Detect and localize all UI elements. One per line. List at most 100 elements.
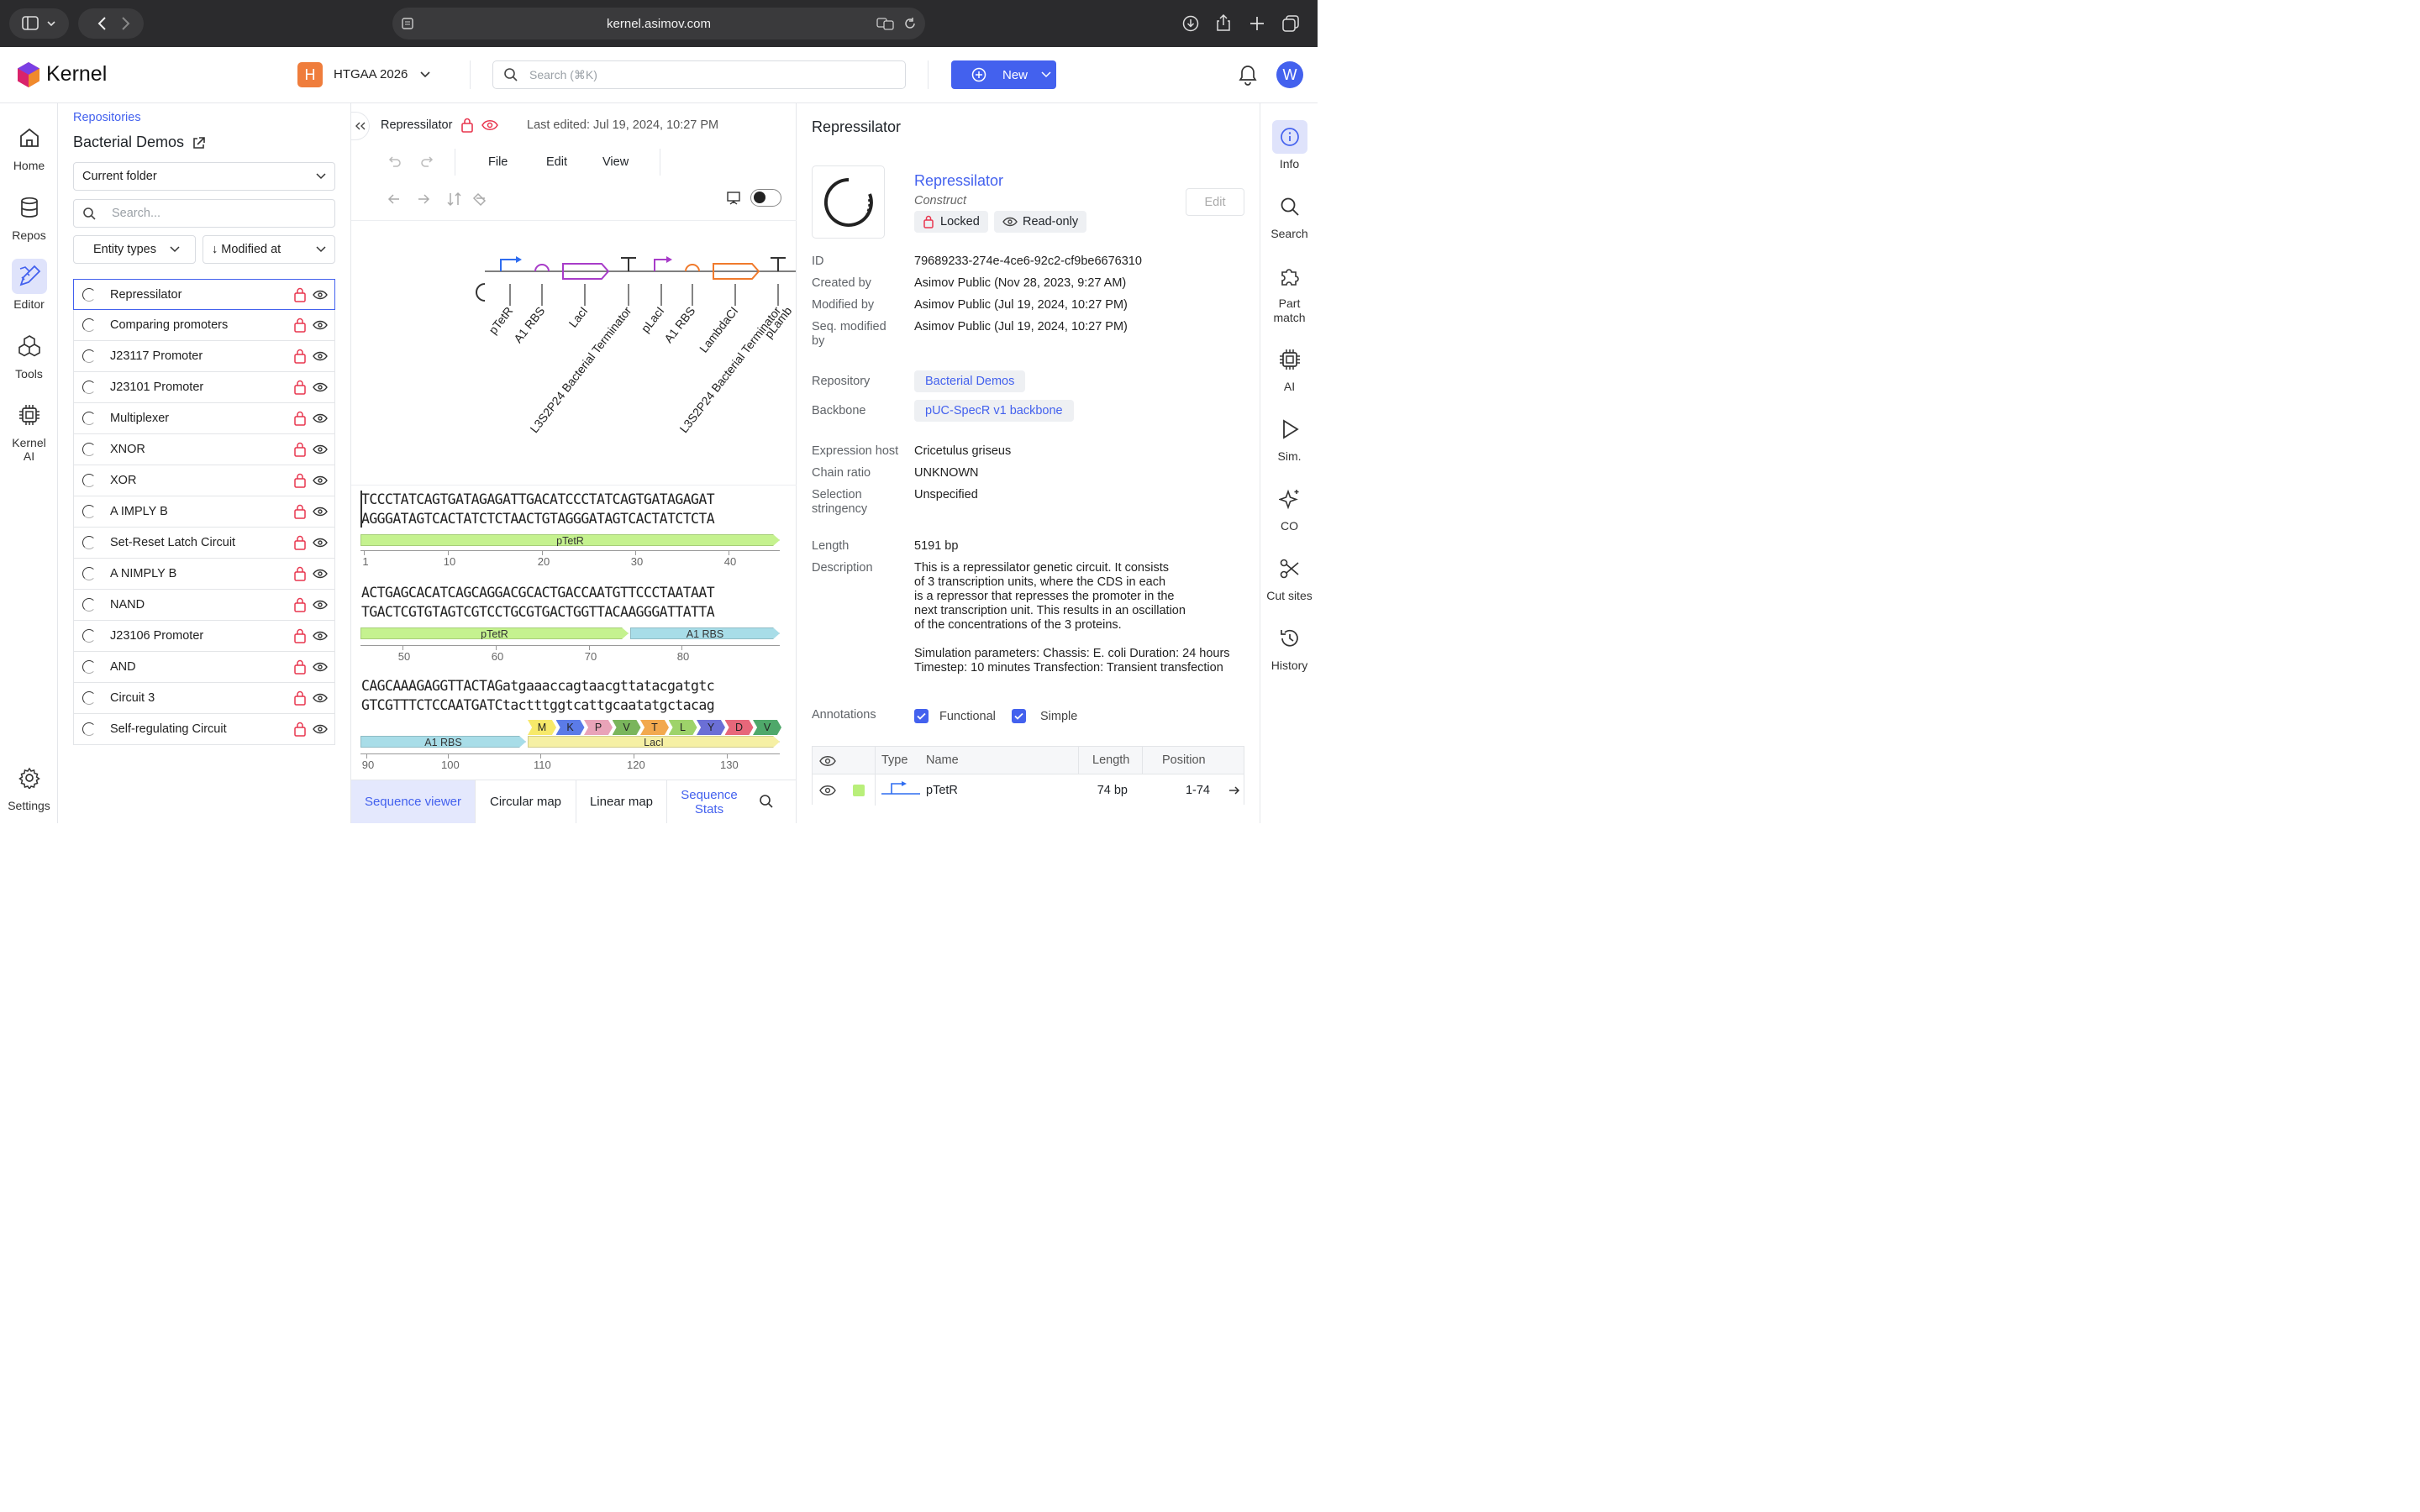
- nav-tools[interactable]: Tools: [0, 328, 58, 381]
- file-list-item[interactable]: XOR: [73, 465, 335, 496]
- sequence-bottom-strand[interactable]: GTCGTTTCTCCAATGATCtactttggtcattgcaatatgc…: [361, 697, 715, 713]
- kernel-logo-icon[interactable]: [15, 61, 42, 88]
- undo-icon[interactable]: [388, 156, 401, 167]
- file-list-item[interactable]: J23101 Promoter: [73, 372, 335, 403]
- external-link-icon[interactable]: [192, 136, 206, 150]
- sort-select[interactable]: ↓ Modified at: [203, 235, 335, 264]
- backbone-link[interactable]: pUC-SpecR v1 backbone: [914, 400, 1074, 422]
- lock-icon[interactable]: [293, 318, 307, 333]
- share-icon[interactable]: [1215, 13, 1232, 32]
- map-feature-label[interactable]: LacI: [566, 304, 590, 330]
- arrow-right-icon[interactable]: [1228, 785, 1240, 795]
- rail-codon-optimize[interactable]: CO: [1260, 482, 1318, 533]
- nav-repos[interactable]: Repos: [0, 190, 58, 242]
- lock-icon[interactable]: [293, 349, 307, 364]
- tab-circular-map[interactable]: Circular map: [476, 780, 576, 823]
- page-menu-icon[interactable]: [401, 17, 414, 30]
- eye-icon[interactable]: [313, 382, 328, 392]
- col-position[interactable]: Position: [1162, 753, 1206, 767]
- lock-icon[interactable]: [293, 659, 307, 675]
- file-list-item[interactable]: Set-Reset Latch Circuit: [73, 528, 335, 559]
- functional-checkbox[interactable]: Functional: [914, 709, 996, 723]
- arrow-left-icon[interactable]: [387, 194, 399, 204]
- new-tab-icon[interactable]: [1249, 15, 1265, 32]
- nav-editor[interactable]: Editor: [0, 259, 58, 311]
- eye-icon[interactable]: [313, 662, 328, 672]
- address-bar[interactable]: kernel.asimov.com: [392, 8, 925, 39]
- lock-icon[interactable]: [293, 628, 307, 643]
- map-feature-label[interactable]: pTetR: [486, 304, 515, 337]
- map-terminator2[interactable]: [771, 257, 786, 271]
- sequence-feature[interactable]: pTetR: [360, 534, 780, 546]
- folder-select[interactable]: Current folder: [73, 162, 335, 191]
- file-list-item[interactable]: Comparing promoters: [73, 310, 335, 341]
- map-placi-arrow[interactable]: [654, 259, 666, 271]
- lock-icon[interactable]: [293, 722, 307, 737]
- eye-icon[interactable]: [313, 475, 328, 486]
- col-name[interactable]: Name: [926, 753, 959, 767]
- eye-icon[interactable]: [313, 320, 328, 330]
- edit-button[interactable]: Edit: [1186, 188, 1244, 216]
- translate-icon[interactable]: [876, 17, 895, 30]
- map-ptetr-arrow[interactable]: [500, 259, 516, 271]
- global-search-input[interactable]: Search (⌘K): [492, 60, 906, 89]
- flip-strand-icon[interactable]: [447, 192, 461, 207]
- tab-linear-map[interactable]: Linear map: [576, 780, 667, 823]
- lock-icon[interactable]: [293, 473, 307, 488]
- eye-icon[interactable]: [313, 413, 328, 423]
- amino-acid[interactable]: T: [640, 720, 669, 735]
- rail-part-match[interactable]: Part match: [1260, 260, 1318, 325]
- rail-ai[interactable]: AI: [1260, 343, 1318, 394]
- file-list-item[interactable]: J23117 Promoter: [73, 341, 335, 372]
- eye-icon[interactable]: [313, 538, 328, 548]
- chevron-down-icon[interactable]: [419, 70, 431, 80]
- sequence-feature[interactable]: A1 RBS: [360, 736, 526, 748]
- paint-bucket-icon[interactable]: [472, 192, 487, 207]
- amino-acid[interactable]: Y: [697, 720, 725, 735]
- download-icon[interactable]: [1182, 15, 1199, 32]
- file-list-item[interactable]: AND: [73, 652, 335, 683]
- amino-acid[interactable]: L: [668, 720, 697, 735]
- arrow-right-icon[interactable]: [418, 194, 430, 204]
- lock-icon[interactable]: [293, 597, 307, 612]
- nav-settings[interactable]: Settings: [0, 760, 58, 812]
- eye-icon[interactable]: [819, 755, 836, 767]
- search-icon[interactable]: [759, 794, 774, 809]
- simple-checkbox[interactable]: Simple: [1012, 709, 1077, 723]
- new-button[interactable]: New: [951, 60, 1056, 89]
- sequence-bottom-strand[interactable]: AGGGATAGTCACTATCTCTAACTGTAGGGATAGTCACTAT…: [361, 511, 715, 527]
- sequence-bottom-strand[interactable]: TGACTCGTGTAGTCGTCCTGCGTGACTGGTTACAAGGGAT…: [361, 604, 715, 620]
- amino-acid[interactable]: V: [753, 720, 781, 735]
- file-list-item[interactable]: A IMPLY B: [73, 496, 335, 528]
- col-length[interactable]: Length: [1092, 753, 1129, 767]
- file-list-item[interactable]: A NIMPLY B: [73, 559, 335, 590]
- eye-icon[interactable]: [313, 569, 328, 579]
- user-avatar[interactable]: W: [1276, 61, 1303, 88]
- file-list-item[interactable]: NAND: [73, 590, 335, 621]
- col-type[interactable]: Type: [881, 753, 908, 767]
- eye-icon[interactable]: [819, 785, 836, 796]
- lock-icon[interactable]: [293, 411, 307, 426]
- reload-icon[interactable]: [903, 17, 917, 30]
- lock-icon[interactable]: [293, 566, 307, 581]
- presentation-icon[interactable]: [726, 191, 741, 206]
- workspace-avatar[interactable]: H: [297, 62, 323, 87]
- file-search-input[interactable]: Search...: [73, 199, 335, 228]
- rail-simulate[interactable]: Sim.: [1260, 412, 1318, 464]
- rail-info[interactable]: Info: [1260, 120, 1318, 171]
- forward-icon[interactable]: [122, 17, 130, 30]
- menu-edit[interactable]: Edit: [546, 155, 567, 169]
- map-terminator1[interactable]: [621, 257, 636, 271]
- file-list-item[interactable]: Self-regulating Circuit: [73, 714, 335, 745]
- eye-icon[interactable]: [313, 444, 328, 454]
- color-swatch[interactable]: [853, 785, 865, 796]
- repository-link[interactable]: Bacterial Demos: [914, 370, 1026, 392]
- breadcrumb-repositories[interactable]: Repositories: [73, 111, 141, 124]
- sidebar-toggle-button[interactable]: [9, 8, 69, 39]
- back-icon[interactable]: [97, 17, 106, 30]
- map-feature-label[interactable]: A1 RBS: [661, 304, 697, 345]
- sequence-top-strand[interactable]: TCCCTATCAGTGATAGAGATTGACATCCCTATCAGTGATA…: [361, 491, 715, 507]
- redo-icon[interactable]: [421, 156, 434, 167]
- file-list-item[interactable]: J23106 Promoter: [73, 621, 335, 652]
- nav-kernel-ai[interactable]: Kernel AI: [0, 397, 58, 463]
